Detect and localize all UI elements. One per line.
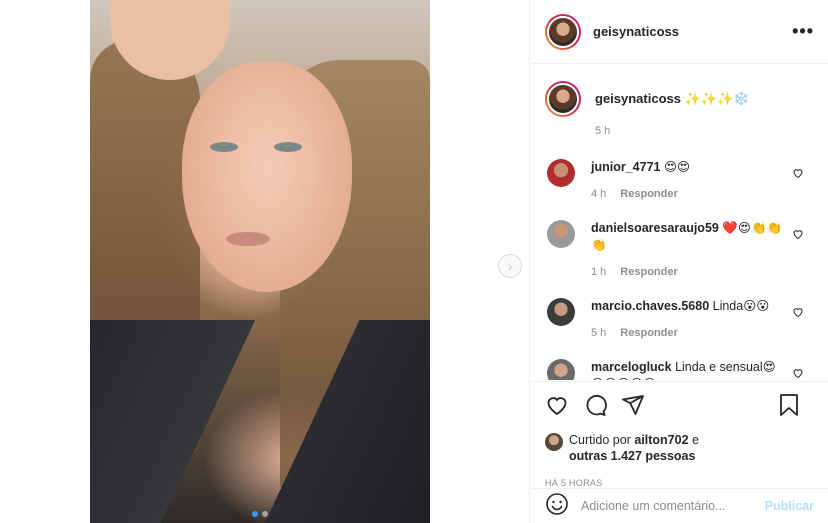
liked-by-and: e (692, 433, 699, 447)
comment-text-extra: 😍😍😍😍😍 (591, 377, 656, 380)
comment-item: junior_4771 😍😍 4 h Responder (531, 159, 828, 200)
caption-body: ✨✨✨❄️ (684, 91, 750, 106)
comment-avatar[interactable] (547, 298, 575, 326)
comment-item: marcelogluck Linda e sensual😍 😍😍😍😍😍 (531, 359, 828, 380)
caption-avatar[interactable] (545, 81, 581, 117)
caption-username[interactable]: geisynaticoss (595, 91, 681, 106)
comment-icon[interactable] (583, 393, 607, 417)
author-username[interactable]: geisynaticoss (593, 24, 792, 39)
chevron-right-icon: › (507, 258, 513, 274)
photo-eye-left (210, 142, 238, 152)
reply-button[interactable]: Responder (620, 188, 677, 200)
comment-avatar[interactable] (547, 220, 575, 248)
caption-text: geisynaticoss ✨✨✨❄️ (595, 91, 749, 107)
photo-face (182, 62, 352, 292)
comments-list[interactable]: geisynaticoss ✨✨✨❄️ 5 h junior_4771 😍😍 4… (531, 65, 828, 380)
bookmark-icon[interactable] (778, 393, 800, 417)
heart-icon[interactable] (545, 393, 569, 417)
post-media: › (0, 0, 530, 523)
reply-button[interactable]: Responder (620, 266, 677, 278)
next-slide-button[interactable]: › (498, 254, 522, 278)
carousel-dot-active (252, 511, 258, 517)
liked-by-label: Curtido por (569, 433, 631, 447)
heart-icon[interactable] (792, 367, 804, 379)
share-icon[interactable] (621, 393, 645, 417)
comment-username[interactable]: marcio.chaves.5680 (591, 299, 709, 313)
post-side-panel: geisynaticoss ••• geisynaticoss ✨✨✨❄️ 5 … (531, 0, 828, 523)
post-timestamp[interactable]: HÁ 5 HORAS (545, 478, 814, 488)
heart-icon[interactable] (792, 306, 804, 318)
post-header: geisynaticoss ••• (531, 0, 828, 64)
action-bar (545, 392, 814, 418)
comment-text-extra: 👏 (591, 238, 607, 252)
comment-avatar[interactable] (547, 359, 575, 380)
comment-item: marcio.chaves.5680 Linda😮😮 5 h Responder (531, 298, 828, 339)
emoji-icon[interactable] (545, 492, 569, 521)
comment-time[interactable]: 1 h (591, 266, 606, 278)
comment-time[interactable]: 5 h (591, 327, 606, 339)
post-caption: geisynaticoss ✨✨✨❄️ 5 h (531, 65, 828, 137)
carousel-dot (262, 511, 268, 517)
comment-text: 😍😍 (663, 160, 691, 174)
comment-input[interactable] (581, 499, 765, 513)
photo-lips (226, 232, 270, 246)
liker-avatar[interactable] (545, 433, 563, 451)
liker-username[interactable]: ailton702 (634, 433, 688, 447)
photo-eye-right (274, 142, 302, 152)
comment-text: Linda e sensual😍 (675, 360, 776, 374)
comment-username[interactable]: marcelogluck (591, 360, 672, 374)
likes-summary: Curtido por ailton702 e outras 1.427 pes… (545, 432, 814, 464)
carousel-dots (252, 511, 268, 517)
comment-text: Linda😮😮 (712, 299, 770, 313)
photo-jacket (90, 320, 430, 523)
heart-icon[interactable] (792, 228, 804, 240)
comment-item: danielsoaresaraujo59 ❤️😍👏👏 👏 1 h Responder (531, 220, 828, 278)
reply-button[interactable]: Responder (620, 327, 677, 339)
comment-time[interactable]: 4 h (591, 188, 606, 200)
comment-username[interactable]: junior_4771 (591, 160, 660, 174)
comment-username[interactable]: danielsoaresaraujo59 (591, 221, 719, 235)
comment-text: ❤️😍👏👏 (722, 221, 783, 235)
heart-icon[interactable] (792, 167, 804, 179)
comment-avatar[interactable] (547, 159, 575, 187)
author-avatar[interactable] (545, 13, 581, 50)
more-icon[interactable]: ••• (792, 21, 814, 42)
add-comment-bar: Publicar (531, 488, 828, 523)
caption-time[interactable]: 5 h (595, 125, 749, 137)
publish-button[interactable]: Publicar (765, 499, 814, 513)
post-actions: Curtido por ailton702 e outras 1.427 pes… (531, 381, 828, 488)
post-photo[interactable] (90, 0, 430, 523)
likes-count[interactable]: outras 1.427 pessoas (569, 449, 695, 463)
